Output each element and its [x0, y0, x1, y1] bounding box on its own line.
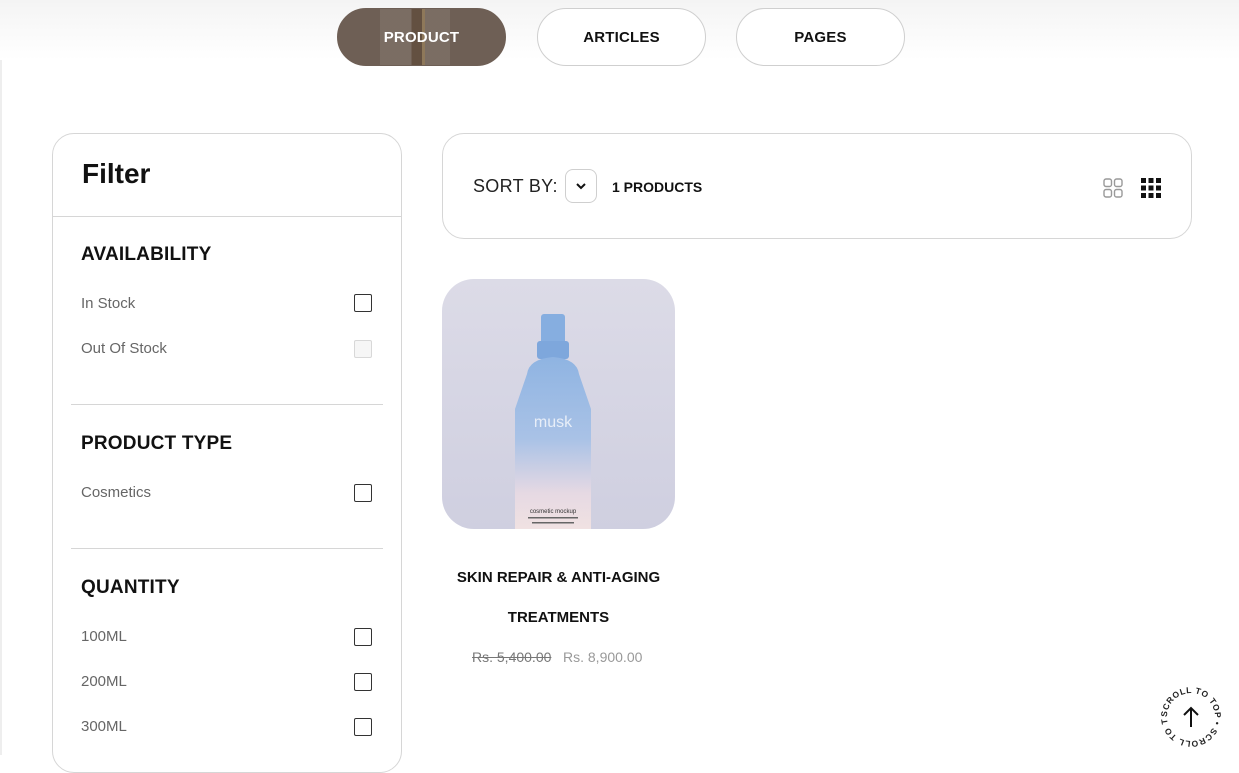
tab-pages[interactable]: PAGES [736, 8, 905, 66]
compare-price: Rs. 5,400.00 [472, 649, 552, 665]
spray-bottle-image: musk cosmetic mockup [515, 314, 591, 529]
tab-label: PRODUCT [383, 28, 460, 46]
tab-product[interactable]: PRODUCT [337, 8, 506, 66]
filter-group-title-quantity: QUANTITY [81, 577, 180, 598]
filter-option-label: Cosmetics [81, 484, 152, 501]
filter-title: Filter [82, 158, 151, 189]
product-image[interactable]: musk cosmetic mockup [442, 279, 675, 529]
300ml-checkbox[interactable] [354, 718, 372, 736]
cosmetics-checkbox[interactable] [354, 484, 372, 502]
chevron-down-icon [576, 182, 586, 189]
filter-option-label: 100ML [81, 628, 127, 645]
divider [53, 216, 401, 217]
sort-select[interactable] [565, 169, 597, 203]
sale-price: Rs. 8,900.00 [563, 649, 643, 665]
product-title[interactable]: SKIN REPAIR & ANTI-AGING TREATMENTS [442, 558, 675, 638]
tab-label: ARTICLES [583, 28, 660, 46]
page-left-border [0, 0, 2, 755]
scroll-to-top-button[interactable]: SCROLL TO TOP • SCROLL TO TOP • [1154, 676, 1224, 750]
filter-option-label: 200ML [81, 673, 127, 690]
filter-option-label: Out Of Stock [81, 340, 167, 357]
filter-group-title-availability: AVAILABILITY [81, 244, 212, 265]
tab-articles[interactable]: ARTICLES [537, 8, 706, 66]
arrow-up-icon [1183, 706, 1199, 727]
divider [71, 548, 383, 549]
grid-3-icon[interactable] [1141, 178, 1161, 198]
100ml-checkbox[interactable] [354, 628, 372, 646]
filter-group-title-product-type: PRODUCT TYPE [81, 433, 233, 454]
tab-label: PAGES [794, 28, 847, 46]
product-toolbar: SORT BY: 1 PRODUCTS [442, 133, 1192, 239]
product-title-line: SKIN REPAIR & ANTI-AGING [456, 569, 661, 586]
in-stock-checkbox[interactable] [354, 294, 372, 312]
sort-label: SORT BY: [473, 176, 558, 196]
bottle-caption: cosmetic mockup [530, 509, 577, 515]
filter-option-label: 300ML [81, 718, 127, 735]
filter-option-label: In Stock [81, 295, 136, 312]
divider [71, 404, 383, 405]
bottle-brand: musk [534, 414, 573, 431]
filter-panel: Filter AVAILABILITY In Stock Out Of Stoc… [52, 133, 402, 773]
product-count: 1 PRODUCTS [612, 179, 703, 195]
out-of-stock-checkbox[interactable] [354, 340, 372, 358]
product-title-line: TREATMENTS [507, 609, 610, 626]
grid-2-icon[interactable] [1103, 178, 1123, 198]
200ml-checkbox[interactable] [354, 673, 372, 691]
